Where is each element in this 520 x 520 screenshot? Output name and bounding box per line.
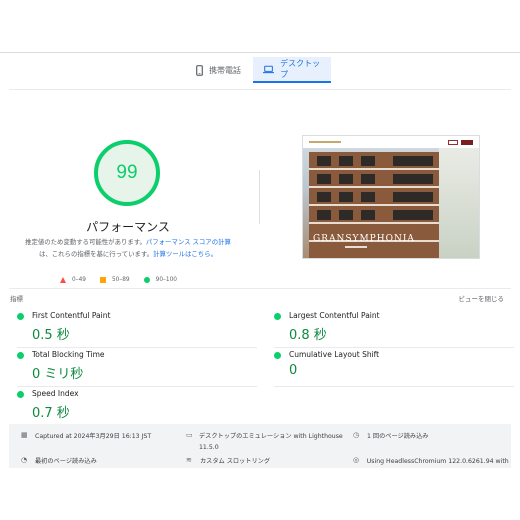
thumbnail-logo — [309, 141, 341, 143]
pass-circle-icon — [17, 352, 24, 359]
performance-score-gauge[interactable]: 99 — [94, 140, 160, 206]
device-tabs: 携帯電話 デスクトップ — [0, 57, 520, 83]
monitor-icon: ▭ — [186, 431, 193, 439]
stopwatch-icon: ◔ — [21, 456, 28, 464]
performance-score: 99 — [116, 162, 138, 183]
thumbnail-nav — [303, 136, 479, 148]
score-note: 推定値のため変動する可能性があります。パフォーマンス スコアの計算は、これらの指… — [20, 236, 236, 260]
score-calc-link[interactable]: パフォーマンス スコアの計算 — [146, 238, 231, 246]
legend-average-label: 50–89 — [111, 277, 130, 283]
performance-title: パフォーマンス — [86, 220, 170, 234]
thumbnail-brand-underline — [345, 246, 367, 248]
metric-value: 0.5 秒 — [32, 328, 70, 343]
calculator-link[interactable]: 計算ツールはこちら。 — [153, 250, 217, 258]
tab-desktop[interactable]: デスクトップ — [253, 57, 331, 83]
run-info-captured: ▦ Captured at 2024年3月29日 16:13 JST — [21, 431, 151, 442]
metric-name: First Contentful Paint — [32, 311, 111, 320]
run-info-browser: ◎ Using HeadlessChromium 122.0.6261.94 w… — [353, 456, 511, 468]
smartphone-icon — [196, 64, 203, 76]
metric-divider — [17, 386, 257, 387]
tab-mobile-label: 携帯電話 — [209, 65, 241, 75]
legend-average: 50–89 — [99, 277, 130, 283]
thumbnail-buttons — [448, 139, 473, 145]
wifi-icon: ≋ — [186, 456, 192, 464]
tree-area — [439, 148, 479, 258]
chromium-icon: ◎ — [353, 456, 360, 464]
legend-fail: 0–49 — [60, 277, 86, 283]
square-icon — [99, 277, 106, 283]
metric-value: 0.7 秒 — [32, 406, 70, 421]
run-info-text: デスクトップのエミュレーション with Lighthouse 11.5.0 — [199, 433, 343, 451]
run-info-panel: ▦ Captured at 2024年3月29日 16:13 JST ▭ デスク… — [9, 424, 511, 468]
metric-name: Largest Contentful Paint — [289, 311, 380, 320]
legend-pass-label: 90–100 — [155, 277, 177, 283]
pass-circle-icon — [274, 313, 281, 320]
tab-mobile[interactable]: 携帯電話 — [186, 57, 252, 83]
pass-circle-icon — [17, 313, 24, 320]
metric-value: 0 ミリ秒 — [32, 367, 84, 382]
metric-value: 0 — [289, 363, 298, 378]
note-mid: は、これらの指標を基に行っています。 — [39, 250, 154, 258]
timer-icon: ◷ — [353, 431, 360, 439]
metric-divider — [17, 347, 257, 348]
metric-divider — [274, 347, 514, 348]
page-screenshot-thumbnail[interactable]: GRANSYMPHONIA — [302, 135, 480, 259]
circle-icon — [143, 277, 150, 283]
view-toggle-button[interactable]: ビューを閉じる — [459, 293, 505, 303]
metric-value: 0.8 秒 — [289, 328, 327, 343]
report-frame: 携帯電話 デスクトップ — [0, 52, 520, 470]
run-info-text: 最初のページ読み込み — [35, 458, 97, 465]
summary-divider — [259, 170, 260, 224]
metrics-header: 指標 ビューを閉じる — [9, 288, 511, 306]
run-info-throttling: ≋ カスタム スロットリング — [186, 456, 270, 467]
run-info-text: Using HeadlessChromium 122.0.6261.94 wit… — [366, 458, 509, 465]
metric-name: Speed Index — [32, 389, 79, 398]
run-info-text: 1 回のページ読み込み — [367, 433, 429, 440]
laptop-icon — [263, 65, 275, 73]
pass-circle-icon — [274, 352, 281, 359]
score-legend: 0–49 50–89 90–100 — [60, 277, 210, 283]
note-prefix: 推定値のため変動する可能性があります。 — [25, 238, 146, 246]
run-info-initial-load: ◔ 最初のページ読み込み — [21, 456, 97, 467]
thumbnail-brand-text: GRANSYMPHONIA — [313, 234, 415, 244]
tab-desktop-label: デスクトップ — [280, 59, 321, 79]
metric-name: Total Blocking Time — [32, 350, 105, 359]
triangle-icon — [60, 277, 66, 283]
run-info-text: Captured at 2024年3月29日 16:13 JST — [35, 433, 152, 440]
legend-fail-label: 0–49 — [72, 277, 86, 283]
metric-divider — [274, 386, 514, 387]
run-info-emulation: ▭ デスクトップのエミュレーション with Lighthouse 11.5.0 — [186, 431, 346, 453]
thumbnail-hero-image: GRANSYMPHONIA — [303, 148, 479, 258]
run-info-session: ◷ 1 回のページ読み込み — [353, 431, 428, 442]
metrics-label: 指標 — [10, 295, 23, 303]
legend-pass: 90–100 — [143, 277, 177, 283]
run-info-text: カスタム スロットリング — [200, 458, 271, 465]
pass-circle-icon — [17, 391, 24, 398]
metric-name: Cumulative Layout Shift — [289, 350, 380, 359]
calendar-icon: ▦ — [21, 431, 28, 439]
